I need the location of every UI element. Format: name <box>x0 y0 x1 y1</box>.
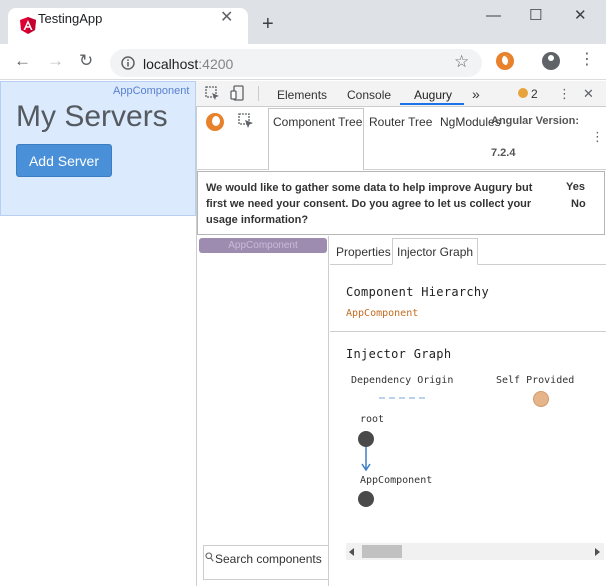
profile-avatar-icon[interactable] <box>542 52 560 70</box>
graph-node-root[interactable] <box>358 431 374 447</box>
more-tabs-icon[interactable]: » <box>472 86 480 102</box>
browser-menu-icon[interactable]: ⋮ <box>579 50 595 70</box>
add-server-button[interactable]: Add Server <box>16 144 112 177</box>
back-icon[interactable]: ← <box>14 51 31 71</box>
info-icon[interactable] <box>121 56 135 70</box>
tab-router-tree[interactable]: Router Tree <box>369 115 432 129</box>
consent-yes-button[interactable]: Yes <box>566 181 585 193</box>
search-input[interactable]: Search components <box>215 552 322 566</box>
app-component-label: AppComponent <box>113 85 190 97</box>
component-tree-pane <box>197 236 329 586</box>
tab-close-icon[interactable]: ✕ <box>220 8 233 28</box>
component-hierarchy-title: Component Hierarchy <box>346 285 489 299</box>
devtools-menu-icon[interactable]: ⋮ <box>558 86 571 102</box>
url-port: :4200 <box>198 56 234 72</box>
augury-extension-icon[interactable] <box>496 52 514 70</box>
warning-count[interactable]: 2 <box>531 87 538 101</box>
legend-dependency-origin: Dependency Origin <box>351 375 454 386</box>
devtools-close-icon[interactable]: ✕ <box>583 86 594 102</box>
tab-component-tree[interactable]: Component Tree <box>273 115 362 129</box>
search-icon <box>205 552 214 562</box>
minimize-icon[interactable]: — <box>486 6 501 26</box>
new-tab-icon[interactable]: + <box>262 14 274 34</box>
section-divider <box>330 331 606 332</box>
tab-properties[interactable]: Properties <box>332 238 395 265</box>
augury-logo-icon <box>206 113 224 131</box>
angular-logo-icon <box>20 17 36 34</box>
consent-message: We would like to gather some data to hel… <box>206 182 533 226</box>
legend-dependency-dash <box>379 397 425 399</box>
url-text[interactable]: localhost:4200 <box>143 56 233 72</box>
graph-node-app-component[interactable] <box>358 491 374 507</box>
injector-graph-title: Injector Graph <box>346 347 452 361</box>
window-close-icon[interactable]: ✕ <box>574 6 587 26</box>
bookmark-star-icon[interactable]: ☆ <box>454 52 469 72</box>
tab-injector-graph[interactable]: Injector Graph <box>392 238 479 265</box>
scroll-right-icon[interactable] <box>594 548 600 556</box>
inspect-element-icon[interactable] <box>205 86 220 101</box>
tab-console[interactable]: Console <box>347 88 391 102</box>
angular-version-value: 7.2.4 <box>491 147 516 159</box>
device-toolbar-icon[interactable] <box>230 85 246 101</box>
legend-self-provided-dot <box>533 391 549 407</box>
forward-icon[interactable]: → <box>47 51 64 71</box>
consent-no-button[interactable]: No <box>571 198 586 210</box>
url-host: localhost <box>143 56 199 72</box>
tab-elements[interactable]: Elements <box>277 88 327 102</box>
tab-title: TestingApp <box>38 11 103 26</box>
page-heading: My Servers <box>16 100 168 133</box>
active-tab-indicator <box>400 103 464 105</box>
select-component-icon[interactable] <box>238 113 254 129</box>
toolbar-divider <box>258 86 259 101</box>
scroll-left-icon[interactable] <box>349 548 355 556</box>
graph-node-label-root: root <box>360 414 385 425</box>
warning-badge-icon[interactable] <box>518 88 528 98</box>
tab-augury[interactable]: Augury <box>414 88 452 102</box>
graph-edge-arrow <box>361 447 371 472</box>
hierarchy-app-component-link[interactable]: AppComponent <box>346 308 418 319</box>
address-bar[interactable]: localhost:4200 ☆ <box>110 49 482 77</box>
tree-node-app-component[interactable]: AppComponent <box>199 238 327 253</box>
maximize-icon[interactable]: ☐ <box>529 6 542 26</box>
legend-self-provided: Self Provided <box>496 375 575 386</box>
angular-version-label: Angular Version: <box>491 115 580 127</box>
augury-menu-icon[interactable]: ⋮ <box>591 129 604 145</box>
graph-node-label-app-component: AppComponent <box>360 475 433 486</box>
horizontal-scroll-thumb[interactable] <box>362 545 402 558</box>
reload-icon[interactable]: ↻ <box>79 51 93 71</box>
